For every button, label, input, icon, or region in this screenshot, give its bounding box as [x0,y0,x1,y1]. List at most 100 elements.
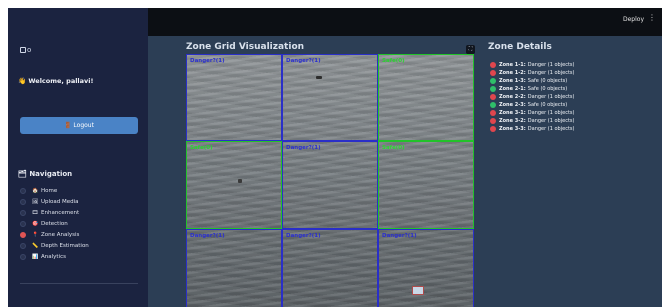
radio-button[interactable] [20,209,26,216]
zone-grid-title: Zone Grid Visualization [186,42,305,52]
nav-item-enhancement[interactable]: 🎞 Enhancement [20,207,89,218]
nav-item-zone-analysis[interactable]: 📍 Zone Analysis [20,229,89,240]
status-dot-icon [490,62,496,68]
logout-button[interactable]: 🚪 Logout [20,117,138,134]
zone-name: Zone 3-2: [499,118,526,124]
zone-name: Zone 2-3: [499,102,526,108]
radio-button[interactable] [20,242,26,249]
nav-icon: 📍 [32,231,39,238]
top-header: Deploy ⋮ [148,8,662,36]
grid-cell-label: Danger?(1) [286,232,321,239]
zone-status: Safe (0 objects) [527,78,568,84]
nav-icon: 🖼 [32,198,39,205]
grid-cell-2-2: Danger?(1) [282,141,378,229]
grid-cell-label: Danger?(1) [286,145,321,152]
zone-status: Danger (1 objects) [527,118,575,124]
zone-detail-item: Zone 3-2: Danger (1 objects) [490,117,574,125]
status-dot-icon [490,86,496,92]
nav-item-label: Enhancement [41,209,80,216]
zone-detail-item: Zone 1-2: Danger (1 objects) [490,69,574,77]
grid-cell-3-1: Danger?(1) [186,228,282,307]
zone-detail-item: Zone 3-1: Danger (1 objects) [490,109,574,117]
main-content: Zone Grid Visualization Danger?(1) Danger… [148,36,662,307]
grid-cell-label: Danger?(1) [190,232,225,239]
nav-item-upload-media[interactable]: 🖼 Upload Media [20,196,89,207]
zone-name: Zone 3-1: [499,110,526,116]
navigation-heading: 🗂 Navigation [18,170,73,178]
deploy-button[interactable]: Deploy [623,16,644,23]
zone-status: Danger (1 objects) [527,110,575,116]
status-dot-icon [490,94,496,100]
grid-cell-label: Safe(0) [190,145,213,152]
nav-item-label: Zone Analysis [41,231,80,238]
grid-cell-label: Danger?(1) [382,232,417,239]
zone-details-list: Zone 1-1: Danger (1 objects) Zone 1-2: Dang… [490,61,574,133]
nav-item-analytics[interactable]: 📊 Analytics [20,251,89,262]
nav-item-label: Analytics [41,253,66,260]
status-dot-icon [490,78,496,84]
zone-name: Zone 1-3: [499,78,526,84]
zone-detail-item: Zone 2-3: Safe (0 objects) [490,101,574,109]
welcome-text: 👋 Welcome, pallavi! [18,77,94,85]
grid-cell-1-1: Danger?(1) [186,54,282,142]
grid-cell-label: Safe(0) [382,145,405,152]
radio-button[interactable] [20,187,26,194]
nav-item-label: Upload Media [41,198,79,205]
nav-icon: 🎯 [32,220,39,227]
grid-cell-label: Danger?(1) [190,58,225,64]
zone-details-title: Zone Details [488,42,552,52]
navigation-radio-group: 🏠 Home 🖼 Upload Media 🎞 Enhancement 🎯 Detection… [20,185,89,262]
zone-detail-item: Zone 3-3: Danger (1 objects) [490,125,574,133]
nav-icon: 🏠 [32,187,39,194]
logo: o [20,46,31,54]
sidebar: o 👋 Welcome, pallavi! 🚪 Logout 🗂 Navigat… [8,8,148,307]
radio-button[interactable] [20,220,26,227]
radio-button[interactable] [20,198,26,205]
grid-cell-2-1: Safe(0) [186,141,282,229]
nav-item-detection[interactable]: 🎯 Detection [20,218,89,229]
grid-cell-1-2: Danger?(1) [282,54,378,142]
grid-cell-3-3: Danger?(1) [378,228,474,307]
zone-name: Zone 2-1: [499,86,526,92]
grid-cell-label: Safe(0) [382,58,405,64]
grid-cell-label: Danger?(1) [286,58,321,64]
zone-status: Danger (1 objects) [527,70,575,76]
zone-status: Danger (1 objects) [527,62,575,68]
radio-button[interactable] [20,253,26,260]
status-dot-icon [490,70,496,76]
nav-item-home[interactable]: 🏠 Home [20,185,89,196]
zone-detail-item: Zone 2-2: Danger (1 objects) [490,93,574,101]
zone-name: Zone 1-2: [499,70,526,76]
nav-icon: 🎞 [32,209,39,216]
zone-name: Zone 3-3: [499,126,526,132]
fullscreen-icon[interactable]: ⛶ [466,45,475,54]
nav-item-label: Depth Estimation [41,242,89,249]
status-dot-icon [490,102,496,108]
status-dot-icon [490,118,496,124]
sidebar-divider [20,283,138,284]
zone-status: Danger (1 objects) [527,126,575,132]
zone-name: Zone 1-1: [499,62,526,68]
zone-status: Danger (1 objects) [527,94,575,100]
zone-detail-item: Zone 1-1: Danger (1 objects) [490,61,574,69]
nav-icon: 📏 [32,242,39,249]
status-dot-icon [490,126,496,132]
zone-name: Zone 2-2: [499,94,526,100]
radio-button[interactable] [20,231,26,238]
grid-cell-2-3: Safe(0) [378,141,474,229]
grid-cell-1-3: Safe(0) [378,54,474,142]
app-window: Deploy ⋮ o 👋 Welcome, pallavi! 🚪 Logout … [8,8,662,307]
zone-detail-item: Zone 2-1: Safe (0 objects) [490,85,574,93]
nav-icon: 📊 [32,253,39,260]
zone-status: Safe (0 objects) [527,86,568,92]
nav-item-label: Home [41,187,58,194]
broken-image-icon [20,47,26,53]
logo-text: o [27,46,32,54]
grid-cell-3-2: Danger?(1) [282,228,378,307]
nav-item-depth-estimation[interactable]: 📏 Depth Estimation [20,240,89,251]
zone-detail-item: Zone 1-3: Safe (0 objects) [490,77,574,85]
nav-item-label: Detection [41,220,68,227]
status-dot-icon [490,110,496,116]
main-menu-icon[interactable]: ⋮ [648,14,656,22]
zone-grid-image: Danger?(1) Danger?(1) Safe(0) Safe(0) Danger… [186,54,474,307]
